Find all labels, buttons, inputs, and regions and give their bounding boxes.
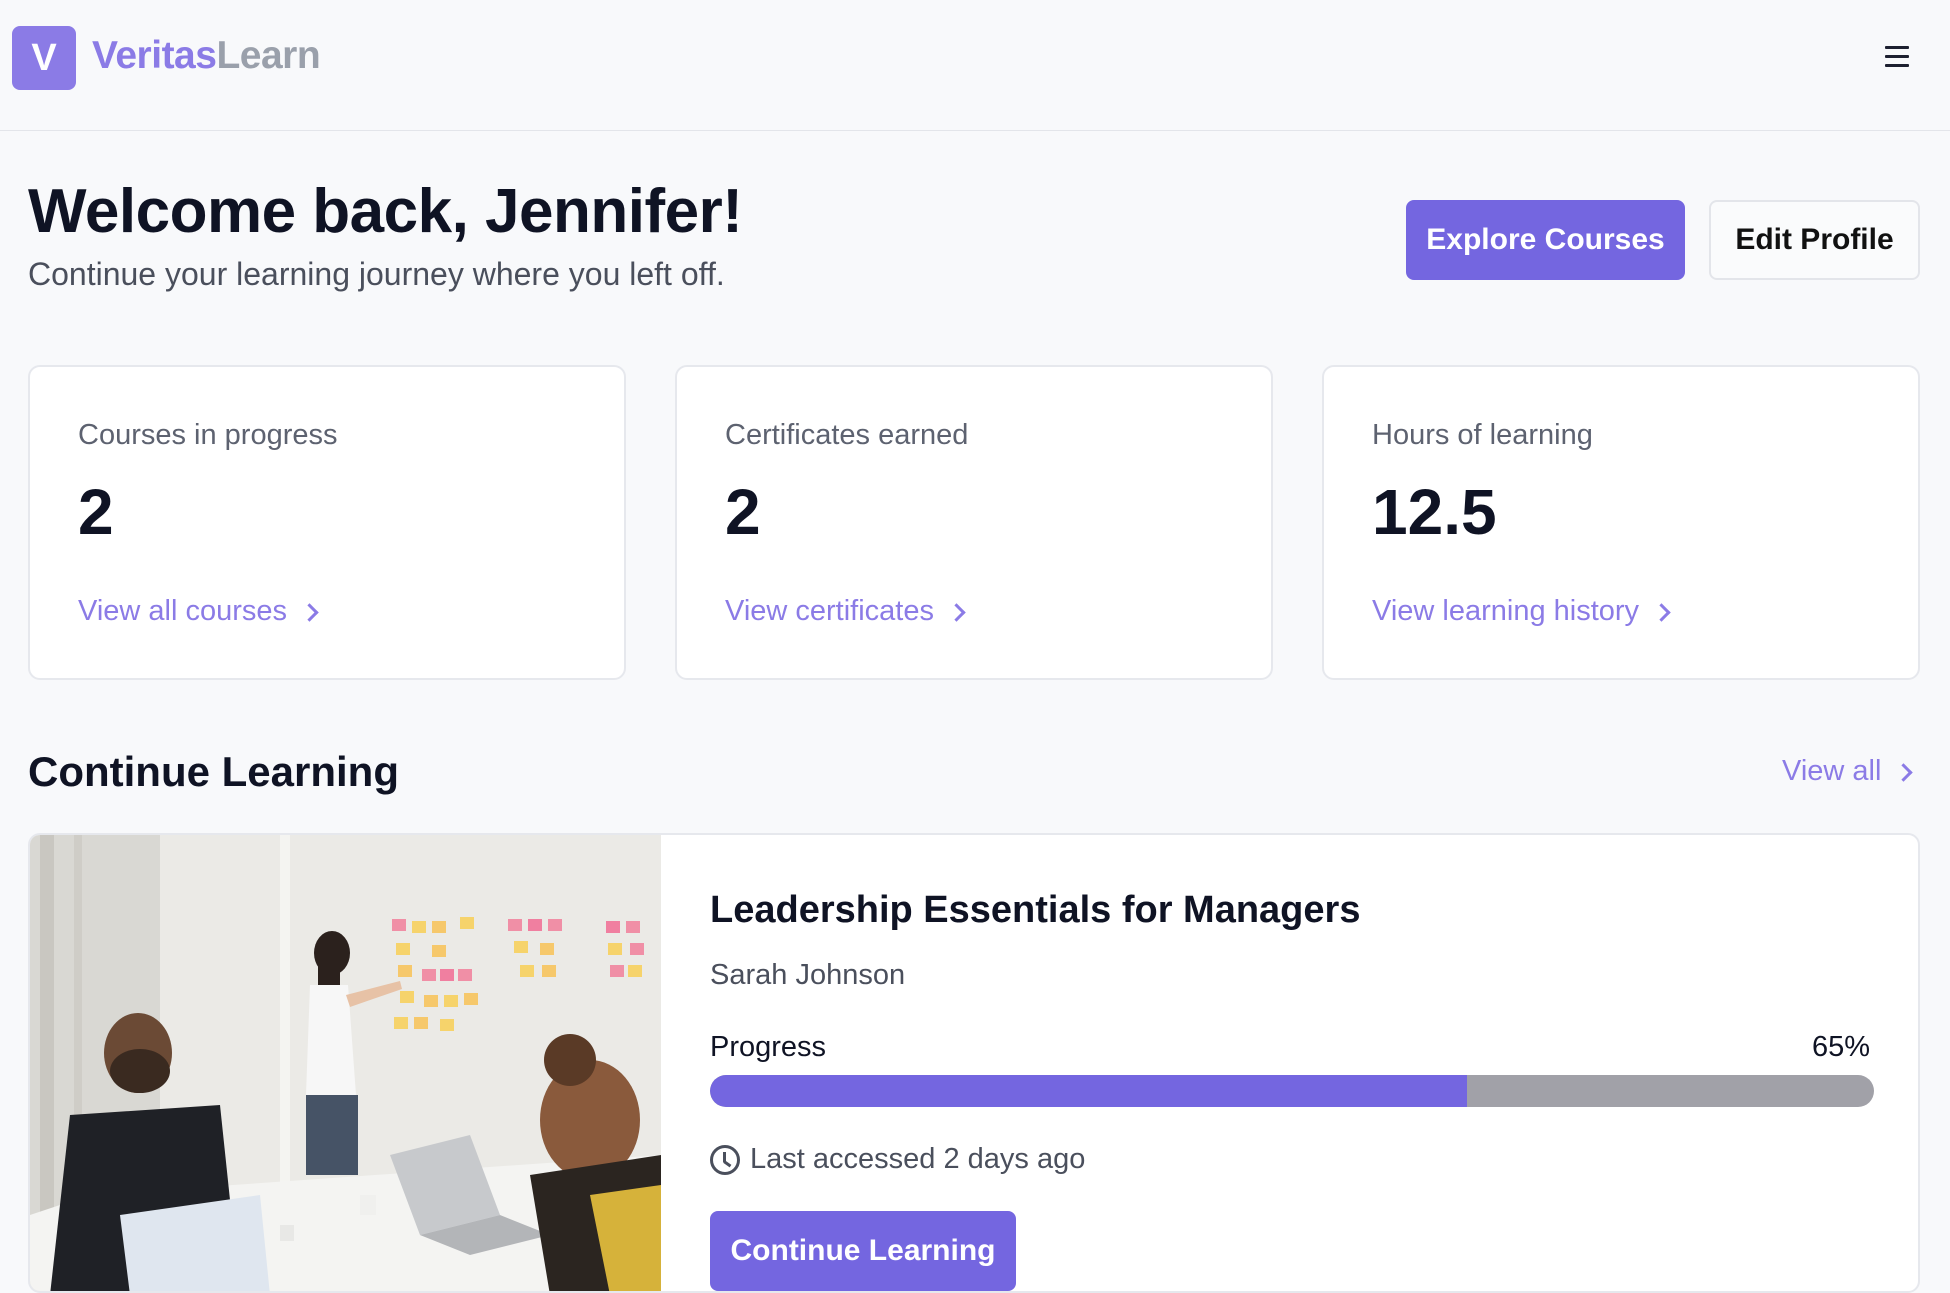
brand-name-part2: Learn (216, 34, 321, 77)
last-accessed: Last accessed 2 days ago (710, 1143, 1085, 1176)
course-instructor: Sarah Johnson (710, 959, 906, 991)
view-all-courses-link[interactable]: View all courses (78, 595, 319, 628)
link-label: View certificates (725, 595, 934, 627)
logo-badge[interactable]: V (12, 26, 76, 90)
brand-name-part1: Veritas (92, 34, 217, 77)
clock-icon (710, 1144, 740, 1175)
view-all-link[interactable]: View all (1782, 755, 1914, 788)
stat-value: 2 (725, 476, 761, 548)
stat-card-courses: Courses in progress 2 View all courses (28, 365, 626, 680)
edit-profile-button[interactable]: Edit Profile (1709, 200, 1920, 280)
brand-name[interactable]: VeritasLearn (92, 34, 321, 78)
link-label: View all (1782, 755, 1882, 787)
chevron-right-icon (300, 603, 319, 622)
progress-percentage: 65% (1811, 1031, 1870, 1063)
stat-label: Courses in progress (78, 419, 338, 451)
section-title-continue-learning: Continue Learning (28, 748, 399, 795)
view-certificates-link[interactable]: View certificates (725, 595, 966, 628)
page-title: Welcome back, Jennifer! (28, 177, 743, 246)
link-label: View all courses (78, 595, 288, 627)
chevron-right-icon (1894, 763, 1914, 782)
course-card: Leadership Essentials for Managers Sarah… (28, 833, 1920, 1293)
course-title[interactable]: Leadership Essentials for Managers (710, 889, 1360, 932)
stat-value: 12.5 (1372, 476, 1497, 548)
hamburger-menu-icon[interactable] (1880, 46, 1914, 72)
chevron-right-icon (947, 603, 966, 622)
progress-label: Progress (710, 1031, 827, 1063)
course-thumbnail[interactable] (30, 835, 661, 1291)
view-learning-history-link[interactable]: View learning history (1372, 595, 1671, 628)
explore-courses-button[interactable]: Explore Courses (1406, 200, 1685, 280)
logo-letter: V (31, 36, 57, 79)
stat-value: 2 (78, 476, 114, 548)
page-subtitle: Continue your learning journey where you… (28, 256, 725, 292)
stat-card-hours: Hours of learning 12.5 View learning his… (1322, 365, 1920, 680)
last-accessed-text: Last accessed 2 days ago (750, 1143, 1086, 1175)
progress-bar-fill (710, 1075, 1467, 1107)
chevron-right-icon (1652, 603, 1671, 622)
stat-card-certificates: Certificates earned 2 View certificates (675, 365, 1273, 680)
link-label: View learning history (1372, 595, 1640, 627)
progress-bar (710, 1075, 1874, 1107)
stat-label: Certificates earned (725, 419, 969, 451)
continue-learning-button[interactable]: Continue Learning (710, 1211, 1016, 1291)
stat-label: Hours of learning (1372, 419, 1593, 451)
top-navigation-bar: V VeritasLearn (0, 0, 1950, 131)
